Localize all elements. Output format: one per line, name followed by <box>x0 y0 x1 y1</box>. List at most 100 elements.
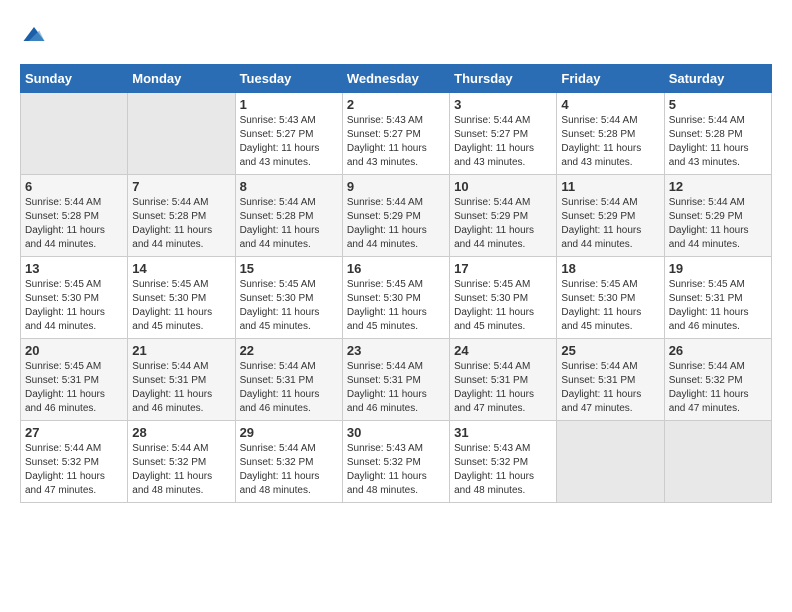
day-number: 18 <box>561 261 659 276</box>
column-header-friday: Friday <box>557 65 664 93</box>
day-number: 1 <box>240 97 338 112</box>
calendar-week-row: 20Sunrise: 5:45 AMSunset: 5:31 PMDayligh… <box>21 339 772 421</box>
day-info: Sunrise: 5:45 AMSunset: 5:30 PMDaylight:… <box>561 278 659 334</box>
page-header <box>20 20 772 48</box>
day-info: Sunrise: 5:43 AMSunset: 5:32 PMDaylight:… <box>347 442 445 498</box>
calendar-cell: 27Sunrise: 5:44 AMSunset: 5:32 PMDayligh… <box>21 421 128 503</box>
calendar-cell: 22 Sunrise: 5:44 AMSunset: 5:31 PMDayligh… <box>235 339 342 421</box>
day-info: Sunrise: 5:44 AMSunset: 5:28 PMDaylight:… <box>669 114 767 170</box>
logo <box>20 20 52 48</box>
day-number: 2 <box>347 97 445 112</box>
calendar-week-row: 1 Sunrise: 5:43 AMSunset: 5:27 PMDaylight… <box>21 93 772 175</box>
column-header-monday: Monday <box>128 65 235 93</box>
day-number: 6 <box>25 179 123 194</box>
calendar-cell: 14 Sunrise: 5:45 AMSunset: 5:30 PMDayligh… <box>128 257 235 339</box>
calendar-cell <box>128 93 235 175</box>
day-info: Sunrise: 5:45 AMSunset: 5:30 PMDaylight:… <box>25 278 123 334</box>
day-info: Sunrise: 5:44 AMSunset: 5:32 PMDaylight:… <box>25 442 123 498</box>
calendar-cell: 16 Sunrise: 5:45 AMSunset: 5:30 PMDayligh… <box>342 257 449 339</box>
day-number: 9 <box>347 179 445 194</box>
day-info: Sunrise: 5:45 AMSunset: 5:30 PMDaylight:… <box>347 278 445 334</box>
day-info: Sunrise: 5:44 AMSunset: 5:29 PMDaylight:… <box>669 196 767 252</box>
day-info: Sunrise: 5:45 AMSunset: 5:31 PMDaylight:… <box>669 278 767 334</box>
calendar-cell: 19Sunrise: 5:45 AMSunset: 5:31 PMDayligh… <box>664 257 771 339</box>
day-info: Sunrise: 5:44 AMSunset: 5:31 PMDaylight:… <box>347 360 445 416</box>
day-number: 23 <box>347 343 445 358</box>
day-info: Sunrise: 5:44 AMSunset: 5:31 PMDaylight:… <box>240 360 338 416</box>
day-number: 10 <box>454 179 552 194</box>
day-number: 3 <box>454 97 552 112</box>
calendar-cell: 2 Sunrise: 5:43 AMSunset: 5:27 PMDaylight… <box>342 93 449 175</box>
day-info: Sunrise: 5:44 AMSunset: 5:29 PMDaylight:… <box>454 196 552 252</box>
day-number: 26 <box>669 343 767 358</box>
day-info: Sunrise: 5:44 AMSunset: 5:31 PMDaylight:… <box>132 360 230 416</box>
calendar-cell: 3 Sunrise: 5:44 AMSunset: 5:27 PMDaylight… <box>450 93 557 175</box>
calendar-cell: 6 Sunrise: 5:44 AMSunset: 5:28 PMDaylight… <box>21 175 128 257</box>
logo-icon <box>20 20 48 48</box>
day-number: 21 <box>132 343 230 358</box>
day-number: 28 <box>132 425 230 440</box>
day-number: 31 <box>454 425 552 440</box>
day-number: 29 <box>240 425 338 440</box>
day-info: Sunrise: 5:44 AMSunset: 5:28 PMDaylight:… <box>132 196 230 252</box>
calendar-cell: 9Sunrise: 5:44 AMSunset: 5:29 PMDaylight… <box>342 175 449 257</box>
day-info: Sunrise: 5:45 AMSunset: 5:31 PMDaylight:… <box>25 360 123 416</box>
day-info: Sunrise: 5:45 AMSunset: 5:30 PMDaylight:… <box>454 278 552 334</box>
calendar-cell: 29Sunrise: 5:44 AMSunset: 5:32 PMDayligh… <box>235 421 342 503</box>
calendar-cell: 23 Sunrise: 5:44 AMSunset: 5:31 PMDayligh… <box>342 339 449 421</box>
day-number: 4 <box>561 97 659 112</box>
day-number: 24 <box>454 343 552 358</box>
calendar-cell: 8 Sunrise: 5:44 AMSunset: 5:28 PMDaylight… <box>235 175 342 257</box>
calendar-week-row: 13 Sunrise: 5:45 AMSunset: 5:30 PMDayligh… <box>21 257 772 339</box>
calendar-cell: 4 Sunrise: 5:44 AMSunset: 5:28 PMDaylight… <box>557 93 664 175</box>
calendar-cell: 11 Sunrise: 5:44 AMSunset: 5:29 PMDayligh… <box>557 175 664 257</box>
day-number: 17 <box>454 261 552 276</box>
calendar-cell: 28Sunrise: 5:44 AMSunset: 5:32 PMDayligh… <box>128 421 235 503</box>
day-info: Sunrise: 5:43 AMSunset: 5:27 PMDaylight:… <box>347 114 445 170</box>
day-number: 5 <box>669 97 767 112</box>
day-info: Sunrise: 5:44 AMSunset: 5:31 PMDaylight:… <box>561 360 659 416</box>
column-header-saturday: Saturday <box>664 65 771 93</box>
day-number: 8 <box>240 179 338 194</box>
day-number: 30 <box>347 425 445 440</box>
day-info: Sunrise: 5:44 AMSunset: 5:28 PMDaylight:… <box>240 196 338 252</box>
calendar-cell: 21 Sunrise: 5:44 AMSunset: 5:31 PMDayligh… <box>128 339 235 421</box>
calendar-cell: 18 Sunrise: 5:45 AMSunset: 5:30 PMDayligh… <box>557 257 664 339</box>
calendar-cell: 10 Sunrise: 5:44 AMSunset: 5:29 PMDayligh… <box>450 175 557 257</box>
calendar-cell: 20Sunrise: 5:45 AMSunset: 5:31 PMDayligh… <box>21 339 128 421</box>
column-header-sunday: Sunday <box>21 65 128 93</box>
calendar-cell <box>557 421 664 503</box>
day-info: Sunrise: 5:43 AMSunset: 5:27 PMDaylight:… <box>240 114 338 170</box>
calendar-cell: 24Sunrise: 5:44 AMSunset: 5:31 PMDayligh… <box>450 339 557 421</box>
column-header-wednesday: Wednesday <box>342 65 449 93</box>
day-info: Sunrise: 5:44 AMSunset: 5:32 PMDaylight:… <box>669 360 767 416</box>
calendar-cell: 1 Sunrise: 5:43 AMSunset: 5:27 PMDaylight… <box>235 93 342 175</box>
calendar-cell: 13 Sunrise: 5:45 AMSunset: 5:30 PMDayligh… <box>21 257 128 339</box>
day-number: 13 <box>25 261 123 276</box>
day-info: Sunrise: 5:45 AMSunset: 5:30 PMDaylight:… <box>132 278 230 334</box>
calendar-cell: 7 Sunrise: 5:44 AMSunset: 5:28 PMDaylight… <box>128 175 235 257</box>
calendar-cell: 25 Sunrise: 5:44 AMSunset: 5:31 PMDayligh… <box>557 339 664 421</box>
day-number: 11 <box>561 179 659 194</box>
day-info: Sunrise: 5:45 AMSunset: 5:30 PMDaylight:… <box>240 278 338 334</box>
day-number: 14 <box>132 261 230 276</box>
calendar-cell: 5 Sunrise: 5:44 AMSunset: 5:28 PMDaylight… <box>664 93 771 175</box>
column-header-thursday: Thursday <box>450 65 557 93</box>
day-info: Sunrise: 5:44 AMSunset: 5:28 PMDaylight:… <box>25 196 123 252</box>
day-info: Sunrise: 5:43 AMSunset: 5:32 PMDaylight:… <box>454 442 552 498</box>
calendar-cell: 17 Sunrise: 5:45 AMSunset: 5:30 PMDayligh… <box>450 257 557 339</box>
day-number: 25 <box>561 343 659 358</box>
calendar-cell: 12 Sunrise: 5:44 AMSunset: 5:29 PMDayligh… <box>664 175 771 257</box>
day-info: Sunrise: 5:44 AMSunset: 5:29 PMDaylight:… <box>561 196 659 252</box>
calendar-table: SundayMondayTuesdayWednesdayThursdayFrid… <box>20 64 772 503</box>
day-number: 12 <box>669 179 767 194</box>
calendar-cell <box>664 421 771 503</box>
day-number: 7 <box>132 179 230 194</box>
calendar-cell: 30 Sunrise: 5:43 AMSunset: 5:32 PMDayligh… <box>342 421 449 503</box>
day-number: 16 <box>347 261 445 276</box>
calendar-week-row: 27Sunrise: 5:44 AMSunset: 5:32 PMDayligh… <box>21 421 772 503</box>
day-number: 22 <box>240 343 338 358</box>
calendar-cell: 26 Sunrise: 5:44 AMSunset: 5:32 PMDayligh… <box>664 339 771 421</box>
day-info: Sunrise: 5:44 AMSunset: 5:28 PMDaylight:… <box>561 114 659 170</box>
day-info: Sunrise: 5:44 AMSunset: 5:27 PMDaylight:… <box>454 114 552 170</box>
